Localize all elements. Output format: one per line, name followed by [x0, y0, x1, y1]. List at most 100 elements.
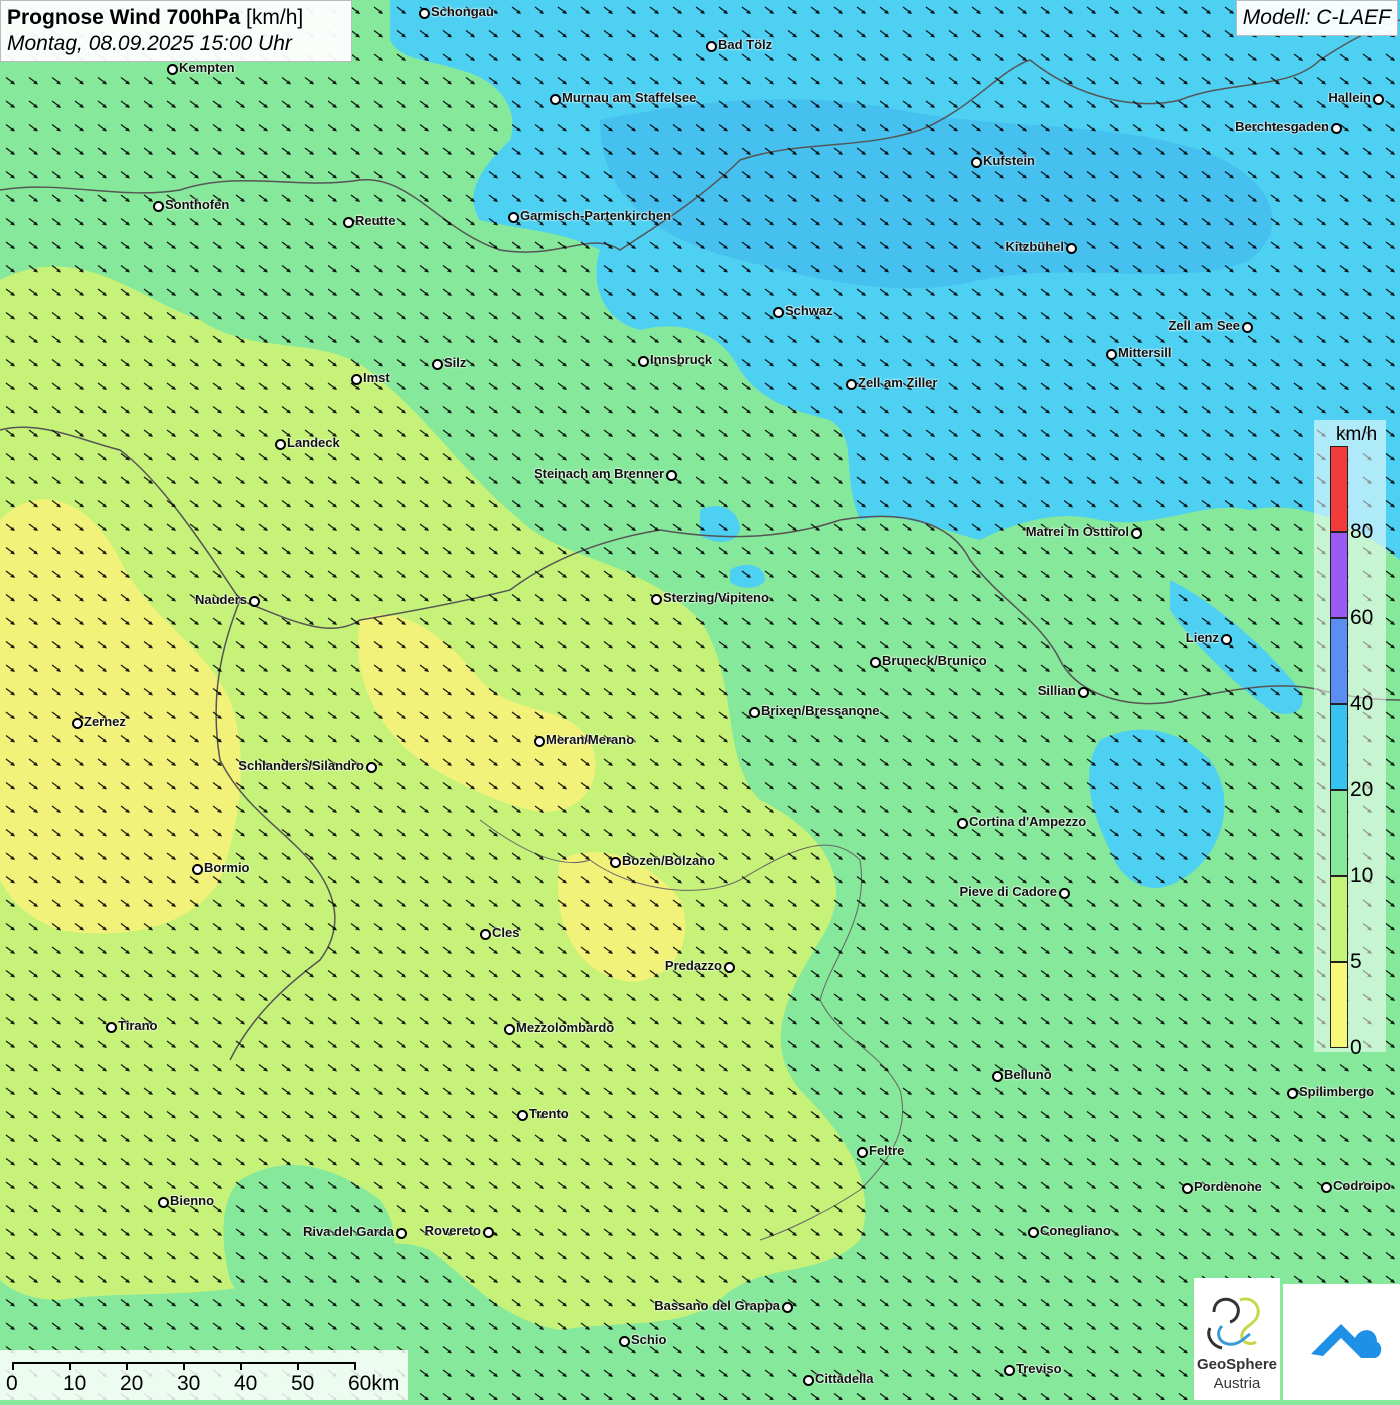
city-label: Cortina d'Ampezzo: [969, 814, 1087, 829]
scale-bar-tick: [354, 1362, 356, 1370]
city-marker: [1078, 687, 1089, 698]
city-label: Spilimbergo: [1299, 1084, 1375, 1099]
city-label: Sonthofen: [165, 197, 230, 212]
city-label: Riva del Garda: [302, 1224, 394, 1239]
city-marker: [724, 962, 735, 973]
city-label: Landeck: [287, 435, 340, 450]
city-marker: [249, 596, 260, 607]
scale-bar-label: 0: [6, 1372, 18, 1395]
city-label: Bormio: [204, 860, 250, 875]
city-marker: [192, 864, 203, 875]
city-marker: [1373, 94, 1384, 105]
city-label: Codroipo: [1333, 1178, 1391, 1193]
city-marker: [419, 8, 430, 19]
city-marker: [504, 1024, 515, 1035]
legend-segment: [1330, 790, 1348, 876]
geosphere-name: GeoSphere: [1196, 1356, 1278, 1373]
city-label: Zell am See: [1168, 318, 1240, 333]
city-marker: [870, 657, 881, 668]
city-label: Trento: [529, 1106, 569, 1121]
city-marker: [651, 594, 662, 605]
city-marker: [1066, 243, 1077, 254]
city-label: Mittersill: [1118, 345, 1172, 360]
app-logo[interactable]: [1283, 1284, 1400, 1400]
city-marker: [1331, 123, 1342, 134]
legend-tick-label: 60: [1350, 606, 1374, 629]
city-label: Feltre: [869, 1143, 905, 1158]
city-marker: [158, 1197, 169, 1208]
city-label: Predazzo: [664, 958, 722, 973]
legend-segment: [1330, 532, 1348, 618]
geosphere-logo-icon: [1207, 1297, 1260, 1350]
city-label: Nauders: [194, 592, 247, 607]
city-marker: [749, 707, 760, 718]
city-label: Bassano del Grappa: [654, 1298, 780, 1313]
scale-bar-label: 50: [291, 1372, 315, 1395]
city-marker: [483, 1227, 494, 1238]
city-label: Sterzing/Vipiteno: [663, 590, 769, 605]
city-marker: [432, 359, 443, 370]
scale-bar-label: 60km: [348, 1372, 400, 1395]
city-label: Reutte: [355, 213, 396, 228]
city-marker: [992, 1071, 1003, 1082]
legend-segment: [1330, 876, 1348, 962]
legend-tick-label: 0: [1350, 1036, 1362, 1059]
color-legend: km/h 80 60 40 20 10 5 0: [1314, 420, 1386, 1059]
city-marker: [1028, 1227, 1039, 1238]
city-label: Kufstein: [983, 153, 1035, 168]
scale-bar-tick: [12, 1362, 14, 1370]
model-label: Modell: C-LAEF: [1235, 0, 1398, 36]
scale-bar-label: 20: [120, 1372, 144, 1395]
city-marker: [971, 157, 982, 168]
city-marker: [1242, 322, 1253, 333]
city-marker: [550, 94, 561, 105]
city-label: Cles: [492, 925, 520, 940]
city-marker: [1131, 528, 1142, 539]
city-marker: [638, 356, 649, 367]
city-marker: [773, 307, 784, 318]
city-label: Zell am Ziller: [858, 375, 938, 390]
city-label: Bozen/Bolzano: [622, 853, 716, 868]
city-label: Belluno: [1004, 1067, 1052, 1082]
city-label: Imst: [363, 370, 390, 385]
scale-bar-tick: [69, 1362, 71, 1370]
scale-bar-tick: [183, 1362, 185, 1370]
map-title-main: Prognose Wind 700hPa: [7, 6, 241, 29]
city-label: Steinach am Brenner: [533, 466, 664, 481]
geosphere-sub: Austria: [1213, 1375, 1261, 1392]
city-marker: [846, 379, 857, 390]
scale-bar: 0 10 20 30 40 50 60km: [0, 1350, 408, 1400]
city-marker: [1004, 1365, 1015, 1376]
legend-tick-label: 5: [1350, 950, 1362, 973]
city-marker: [1182, 1183, 1193, 1194]
geosphere-logo[interactable]: GeoSphere Austria: [1194, 1278, 1280, 1400]
city-marker: [1321, 1182, 1332, 1193]
city-marker: [106, 1022, 117, 1033]
scale-bar-label: 10: [63, 1372, 87, 1395]
city-label: Schio: [631, 1332, 667, 1347]
legend-tick-label: 10: [1350, 864, 1374, 887]
city-marker: [610, 857, 621, 868]
city-label: Bienno: [170, 1193, 215, 1208]
city-marker: [666, 470, 677, 481]
city-marker: [857, 1147, 868, 1158]
city-label: Schongau: [431, 4, 494, 19]
map-title-box: Prognose Wind 700hPa [km/h] Montag, 08.0…: [0, 0, 352, 62]
city-marker: [1106, 349, 1117, 360]
city-marker: [366, 762, 377, 773]
scale-bar-tick: [240, 1362, 242, 1370]
city-label: Kitzbühel: [1005, 239, 1065, 254]
city-marker: [534, 736, 545, 747]
city-marker: [1059, 888, 1070, 899]
city-label: Cittadella: [815, 1371, 874, 1386]
legend-tick-label: 80: [1350, 520, 1374, 543]
map-title-unit: [km/h]: [246, 6, 304, 29]
city-label: Kempten: [179, 60, 235, 75]
city-label: Brixen/Bressanone: [761, 703, 880, 718]
city-label: Mezzolombardo: [516, 1020, 615, 1035]
city-label: Berchtesgaden: [1235, 119, 1329, 134]
legend-unit: km/h: [1336, 424, 1378, 445]
city-marker: [803, 1375, 814, 1386]
city-marker: [706, 41, 717, 52]
city-label: Lienz: [1185, 630, 1219, 645]
